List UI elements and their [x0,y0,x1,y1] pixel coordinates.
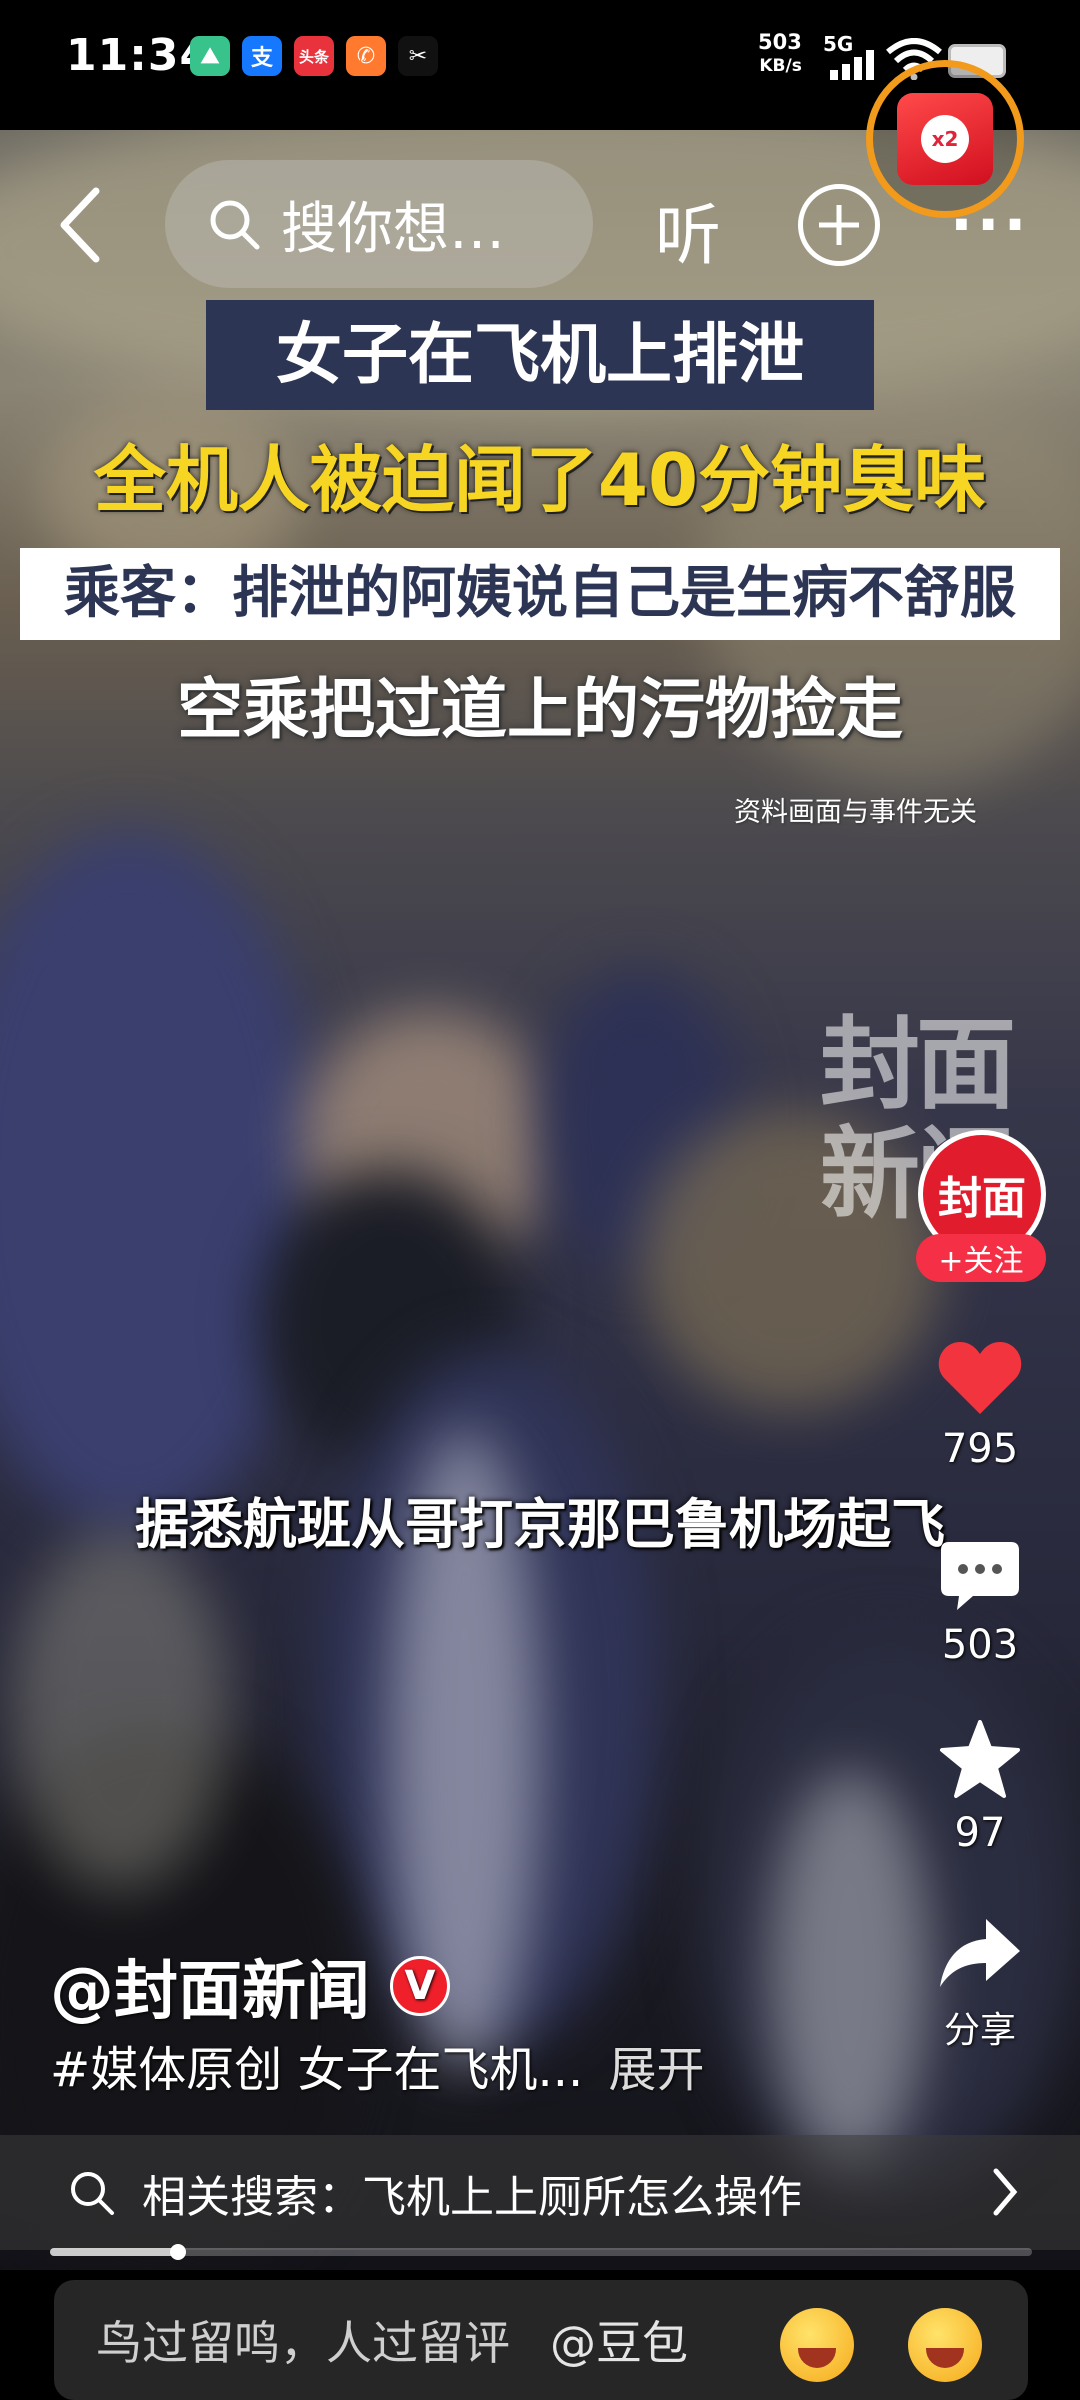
search-input[interactable]: 搜你想… [165,160,593,288]
listen-button[interactable]: 听 [655,182,721,278]
notif-app-green-icon: ⛰ [190,36,230,76]
video-progress-knob[interactable] [169,2244,186,2260]
red-packet-icon: x2 [897,93,993,185]
watermark-line: 封面 [820,1006,1016,1123]
signal-icon [830,50,874,80]
share-icon [940,1919,1020,1987]
network-speed-value: 503 [758,30,802,54]
back-button[interactable] [56,185,106,265]
add-button[interactable] [798,184,880,266]
comment-input[interactable]: 鸟过留鸣，人过留评 @豆包 [54,2280,1028,2400]
mention-doubao-button[interactable]: @豆包 [550,2307,688,2373]
network-speed-unit: KB/s [759,56,802,76]
author-name-row[interactable]: @封面新闻 V [50,1940,450,2032]
video-caption[interactable]: #媒体原创 女子在飞机... 展开 [50,2030,705,2100]
grinning-emoji-icon[interactable] [908,2308,982,2382]
headline-4: 空乘把过道上的污物捡走 [177,671,903,748]
search-icon [71,2171,114,2215]
verified-badge: V [390,1956,450,2016]
headline-3: 乘客：排泄的阿姨说自己是生病不舒服 [20,548,1060,640]
caption-text: #媒体原创 女子在飞机... [50,2042,584,2098]
notification-icons: ⛰ 支头条 ✆ ✂ [190,36,438,76]
related-search-text: 相关搜索：飞机上上厕所怎么操作 [142,2171,802,2223]
search-icon [210,200,260,250]
like-button[interactable]: 795 [900,1340,1060,1472]
follow-button[interactable]: +关注 [916,1234,1046,1282]
video-progress-bar[interactable] [50,2244,1032,2260]
notif-app-orange-icon: ✆ [346,36,386,76]
share-button[interactable]: 分享 [900,1915,1060,2053]
comment-icon [941,1542,1019,1610]
footage-disclaimer: 资料画面与事件无关 [734,797,977,828]
related-search-bar[interactable]: 相关搜索：飞机上上厕所怎么操作 [0,2135,1080,2250]
laughing-emoji-icon[interactable] [780,2308,854,2382]
capcut-icon: ✂ [398,36,438,76]
video-progress-fill [50,2248,178,2256]
headline-1: 女子在飞机上排泄 [206,300,874,410]
heart-icon [938,1342,1022,1414]
comment-button[interactable]: 503 [900,1540,1060,1668]
chevron-right-icon [993,2168,1018,2216]
favorite-button[interactable]: 97 [900,1720,1060,1856]
like-count: 795 [941,1426,1019,1472]
star-icon [940,1720,1020,1798]
author-name[interactable]: @封面新闻 [50,1940,370,2032]
network-speed: 503 KB/s [758,30,802,78]
red-packet-multiplier: x2 [921,115,969,163]
headline-2: 全机人被迫闻了40分钟臭味 [93,438,987,522]
favorite-count: 97 [954,1810,1006,1856]
red-packet-button[interactable]: x2 [866,60,1024,218]
comment-placeholder: 鸟过留鸣，人过留评 [96,2316,510,2370]
comment-count: 503 [941,1622,1019,1668]
search-placeholder: 搜你想… [281,196,505,262]
toutiao-icon: 头条 [294,36,334,76]
share-label: 分享 [943,2010,1016,2051]
expand-caption-link[interactable]: 展开 [609,2042,705,2098]
alipay-icon: 支 [242,36,282,76]
comment-bar: 鸟过留鸣，人过留评 @豆包 [0,2270,1080,2400]
